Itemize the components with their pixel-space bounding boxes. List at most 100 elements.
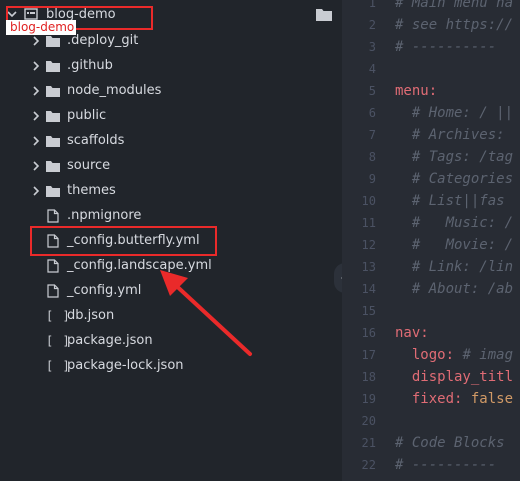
- line-number: 14: [361, 282, 376, 296]
- line-number: 19: [361, 392, 376, 406]
- chevron-right-icon[interactable]: [30, 59, 42, 73]
- code-line[interactable]: 20: [342, 410, 520, 432]
- folder-icon: [46, 134, 60, 148]
- code-text: # Music: /: [395, 215, 514, 231]
- line-number: 21: [361, 436, 376, 450]
- code-text: nav:: [395, 325, 429, 341]
- chevron-right-icon[interactable]: [30, 34, 42, 48]
- annotation-box-config-file: [30, 226, 217, 256]
- line-number: 12: [361, 238, 376, 252]
- tree-item[interactable]: node_modules: [0, 78, 340, 103]
- code-line[interactable]: 10 # List||fas: [342, 190, 520, 212]
- chevron-right-icon[interactable]: [30, 184, 42, 198]
- code-line[interactable]: 1 # Main menu na: [342, 0, 520, 14]
- code-line[interactable]: 11 # Music: /: [342, 212, 520, 234]
- line-number: 15: [361, 304, 376, 318]
- line-number: 18: [361, 370, 376, 384]
- code-line[interactable]: 17 logo: # imag: [342, 344, 520, 366]
- code-line[interactable]: 9 # Categories: [342, 168, 520, 190]
- code-line[interactable]: 2 # see https://: [342, 14, 520, 36]
- chevron-right-icon[interactable]: [30, 109, 42, 123]
- code-text: # Categories: [395, 171, 514, 187]
- code-line[interactable]: 18 display_titl: [342, 366, 520, 388]
- line-number: 13: [361, 260, 376, 274]
- chevron-right-icon[interactable]: [30, 159, 42, 173]
- folder-icon: [46, 59, 60, 73]
- code-text: # About: /ab: [395, 281, 514, 297]
- root-tooltip: blog-demo: [6, 20, 76, 35]
- yaml-key: logo:: [395, 347, 455, 363]
- chevron-right-icon[interactable]: [30, 134, 42, 148]
- yaml-value: false: [462, 391, 514, 407]
- code-text: # Movie: /: [395, 237, 514, 253]
- tree-item-label: themes: [67, 183, 116, 198]
- tree-item-label: node_modules: [67, 83, 162, 98]
- line-number: 10: [361, 194, 376, 208]
- file-tree-sidebar: blog-demo .deploy_git .github node_modules…: [0, 0, 356, 481]
- code-line[interactable]: 16 nav:: [342, 322, 520, 344]
- yaml-key: fixed:: [395, 391, 463, 407]
- line-number: 2: [368, 18, 376, 32]
- code-text: # ----------: [395, 39, 497, 55]
- folder-icon: [46, 34, 60, 48]
- code-line[interactable]: 5 menu:: [342, 80, 520, 102]
- tree-item-label: .deploy_git: [67, 33, 139, 48]
- code-line[interactable]: 13 # Link: /lin: [342, 256, 520, 278]
- line-number: 22: [361, 458, 376, 472]
- code-text: fixed: false: [395, 388, 513, 410]
- line-number: 16: [361, 326, 376, 340]
- tree-item-label: public: [67, 108, 107, 123]
- code-line[interactable]: 14 # About: /ab: [342, 278, 520, 300]
- line-number: 3: [368, 40, 376, 54]
- tree-item[interactable]: scaffolds: [0, 128, 340, 153]
- tree-item[interactable]: .github: [0, 53, 340, 78]
- tree-item-label: source: [67, 158, 111, 173]
- code-text: # ----------: [395, 457, 497, 473]
- file-icon: [46, 208, 60, 223]
- tree-item[interactable]: .npmignore: [0, 203, 340, 228]
- folder-icon: [46, 109, 60, 123]
- line-number: 1: [368, 0, 376, 10]
- code-line[interactable]: 15: [342, 300, 520, 322]
- file-icon: [46, 283, 60, 298]
- annotation-arrow-icon: [160, 270, 252, 356]
- tree-item-label: package.json: [67, 333, 153, 348]
- tree-item-label: _config.yml: [67, 283, 142, 298]
- code-line[interactable]: 6 # Home: / ||: [342, 102, 520, 124]
- folder-icon[interactable]: [316, 8, 332, 25]
- code-text: # List||fas: [395, 193, 514, 209]
- tree-item-label: .github: [67, 58, 113, 73]
- tree-item[interactable]: public: [0, 103, 340, 128]
- line-number: 17: [361, 348, 376, 362]
- tree-item[interactable]: themes: [0, 178, 340, 203]
- code-text: # see https://: [395, 17, 514, 33]
- code-text: # Home: / ||: [395, 105, 514, 121]
- line-number: 7: [368, 128, 376, 142]
- chevron-right-icon[interactable]: [30, 84, 42, 98]
- code-line[interactable]: 7 # Archives:: [342, 124, 520, 146]
- yaml-comment: # imag: [454, 347, 514, 363]
- line-number: 20: [361, 414, 376, 428]
- tree-item-label: package-lock.json: [67, 358, 184, 373]
- code-line[interactable]: 22 # ----------: [342, 454, 520, 476]
- code-line[interactable]: 3 # ----------: [342, 36, 520, 58]
- code-editor[interactable]: 1 # Main menu na 2 # see https:// 3 # -------…: [342, 0, 520, 481]
- code-line[interactable]: 4: [342, 58, 520, 80]
- code-text: # Main menu na: [395, 0, 514, 11]
- code-text: # Code Blocks: [395, 435, 514, 451]
- code-line[interactable]: 12 # Movie: /: [342, 234, 520, 256]
- code-line[interactable]: 21 # Code Blocks: [342, 432, 520, 454]
- code-line[interactable]: 8 # Tags: /tag: [342, 146, 520, 168]
- code-line[interactable]: 19 fixed: false: [342, 388, 520, 410]
- line-number: 8: [368, 150, 376, 164]
- code-text: # Archives:: [395, 127, 514, 143]
- tree-item-label: db.json: [67, 308, 115, 323]
- tree-item[interactable]: source: [0, 153, 340, 178]
- line-number: 4: [368, 62, 376, 76]
- folder-icon: [46, 84, 60, 98]
- line-number: 11: [361, 216, 376, 230]
- code-text: display_titl: [395, 369, 514, 385]
- folder-icon: [46, 159, 60, 173]
- line-number: 9: [368, 172, 376, 186]
- code-text: # Link: /lin: [395, 259, 514, 275]
